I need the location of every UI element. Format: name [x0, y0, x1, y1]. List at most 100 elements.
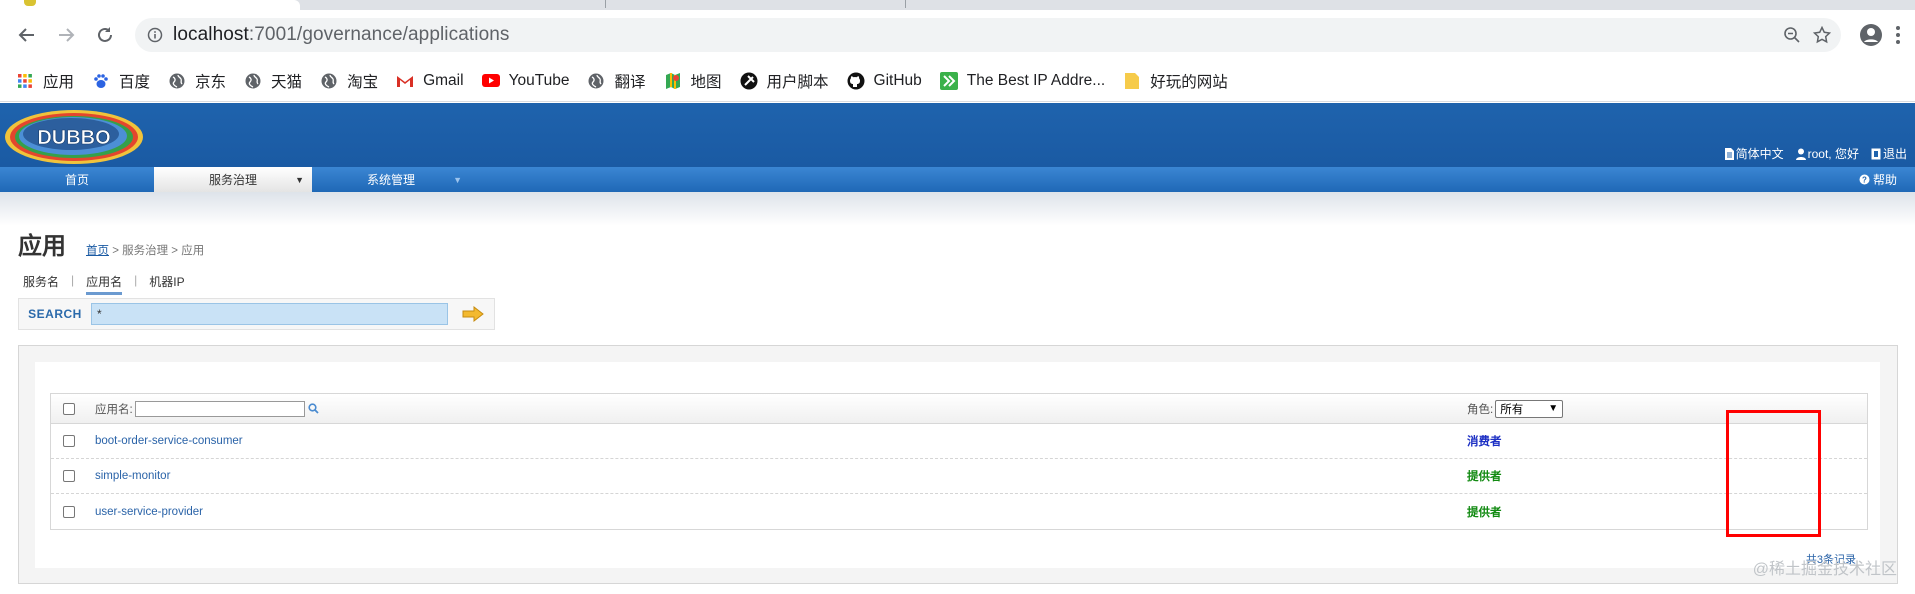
url-text[interactable]: localhost:7001/governance/applications	[173, 24, 1783, 46]
app-name-link[interactable]: simple-monitor	[95, 470, 170, 482]
bookmark-apps[interactable]: 应用	[16, 70, 74, 92]
bookmark-label: 用户脚本	[766, 73, 829, 91]
address-bar[interactable]: localhost:7001/governance/applications	[135, 18, 1841, 52]
document-icon	[1724, 147, 1734, 160]
bookmark-label: 京东	[195, 73, 227, 91]
role-link[interactable]: 提供者	[1467, 504, 1502, 520]
folder-icon	[1123, 72, 1141, 90]
row-checkbox[interactable]	[63, 470, 75, 482]
menu-service-governance-label: 服务治理	[208, 173, 257, 187]
caret-down-icon: ▼	[453, 174, 462, 185]
url-path: :7001/governance/applications	[248, 24, 510, 45]
github-icon	[847, 72, 865, 90]
bookmark-baidu[interactable]: 百度	[92, 70, 150, 92]
search-bar: SEARCH *	[18, 298, 495, 330]
bookmark-label: 好玩的网站	[1150, 73, 1228, 91]
maps-icon	[664, 72, 682, 90]
breadcrumb: 首页 > 服务治理 > 应用	[86, 242, 204, 258]
table-header-row: 应用名: 角色: 所有 ▼	[51, 394, 1867, 424]
browser-toolbar: localhost:7001/governance/applications	[0, 10, 1915, 60]
bookmark-translate[interactable]: 翻译	[587, 70, 646, 92]
bookmark-star-icon[interactable]	[1813, 26, 1831, 44]
bookmark-youtube[interactable]: YouTube	[481, 72, 569, 90]
role-link[interactable]: 消费者	[1467, 433, 1502, 449]
logout-link[interactable]: 退出	[1871, 145, 1907, 162]
select-all-checkbox[interactable]	[63, 402, 75, 415]
reload-icon	[98, 27, 112, 42]
bookmark-userscript[interactable]: 用户脚本	[740, 70, 829, 92]
profile-avatar-icon[interactable]	[1859, 23, 1883, 47]
reload-button[interactable]	[88, 18, 122, 52]
result-panel-inner: 应用名: 角色: 所有 ▼ boot-order-service-consumer…	[35, 362, 1880, 568]
info-icon[interactable]	[147, 27, 163, 43]
menu-system-management[interactable]: 系统管理 ▼	[312, 167, 470, 192]
menu-home[interactable]: 首页	[0, 167, 154, 192]
app-name-link[interactable]: boot-order-service-consumer	[95, 435, 243, 447]
role-link[interactable]: 提供者	[1467, 468, 1502, 484]
bookmark-label: 淘宝	[347, 73, 379, 91]
tab-separator	[905, 0, 906, 8]
language-link[interactable]: 简体中文	[1724, 145, 1784, 162]
menu-home-label: 首页	[64, 173, 89, 187]
search-icon[interactable]	[308, 403, 319, 414]
role-select-value: 所有	[1500, 403, 1524, 416]
app-name-link[interactable]: user-service-provider	[95, 506, 203, 518]
search-input[interactable]: *	[91, 303, 448, 325]
page-title: 应用	[18, 233, 66, 260]
logout-icon	[1871, 148, 1881, 159]
bookmark-label: 翻译	[614, 73, 646, 91]
bookmarks-bar: 应用 百度 京东 天猫 淘宝 Gmail YouTube 翻译 地图 用户脚本 …	[0, 60, 1915, 102]
page-header: 应用 首页 > 服务治理 > 应用	[18, 226, 204, 261]
tab-service-name[interactable]: 服务名	[23, 273, 59, 295]
bookmark-tmall[interactable]: 天猫	[244, 70, 302, 92]
breadcrumb-trail: > 服务治理 > 应用	[109, 245, 205, 257]
active-tab[interactable]	[0, 0, 300, 10]
tab-application-name[interactable]: 应用名	[86, 273, 123, 295]
browser-tab-strip	[0, 0, 1915, 10]
bookmark-folder-fun[interactable]: 好玩的网站	[1123, 70, 1228, 92]
row-checkbox[interactable]	[63, 435, 75, 447]
apps-grid-icon	[16, 72, 34, 90]
gmail-icon	[396, 72, 414, 90]
row-checkbox[interactable]	[63, 505, 75, 518]
user-icon	[1795, 148, 1806, 160]
app-name-filter-label: 应用名:	[95, 403, 133, 416]
table-row: user-service-provider 提供者	[51, 494, 1867, 529]
ip-arrows-icon	[939, 71, 958, 90]
result-panel: 应用名: 角色: 所有 ▼ boot-order-service-consumer…	[18, 345, 1898, 584]
bookmark-label: 应用	[43, 73, 75, 91]
youtube-icon	[481, 72, 500, 90]
role-select[interactable]: 所有 ▼	[1495, 399, 1564, 418]
menu-shadow	[0, 192, 1915, 226]
app-name-filter-input[interactable]	[134, 400, 305, 417]
help-icon: ?	[1859, 174, 1870, 185]
bookmark-github[interactable]: GitHub	[847, 72, 922, 90]
tab-separator	[605, 0, 606, 8]
menu-service-governance[interactable]: 服务治理 ▼	[154, 167, 312, 192]
globe-icon	[587, 72, 605, 90]
user-label: root, 您好	[1807, 147, 1859, 161]
tab-divider: |	[134, 273, 138, 287]
bookmark-gmail[interactable]: Gmail	[396, 72, 464, 90]
back-button[interactable]	[10, 18, 44, 52]
search-go-arrow-icon[interactable]	[462, 306, 484, 322]
tab-machine-ip[interactable]: 机器IP	[149, 273, 184, 295]
forward-arrow-icon	[59, 28, 75, 42]
dubbo-logo[interactable]: DUBBO	[3, 107, 145, 165]
bookmark-maps[interactable]: 地图	[664, 70, 722, 92]
help-link[interactable]: ? 帮助	[1859, 167, 1897, 192]
bookmark-taobao[interactable]: 淘宝	[320, 70, 378, 92]
zoom-icon[interactable]	[1783, 26, 1801, 44]
bookmark-jd[interactable]: 京东	[168, 70, 226, 92]
app-banner: DUBBO 简体中文 root, 您好 退出	[0, 103, 1915, 167]
svg-text:?: ?	[1862, 176, 1867, 185]
role-filter: 角色: 所有 ▼	[1467, 399, 1564, 418]
forward-button[interactable]	[49, 18, 83, 52]
globe-icon	[244, 72, 262, 90]
logo-text: DUBBO	[37, 127, 110, 149]
user-greeting: root, 您好	[1795, 145, 1859, 162]
kebab-menu-icon[interactable]	[1893, 24, 1903, 46]
bookmark-ip-address[interactable]: The Best IP Addre...	[939, 71, 1105, 90]
breadcrumb-home-link[interactable]: 首页	[86, 245, 109, 257]
chevron-down-icon: ▼	[1548, 403, 1559, 414]
